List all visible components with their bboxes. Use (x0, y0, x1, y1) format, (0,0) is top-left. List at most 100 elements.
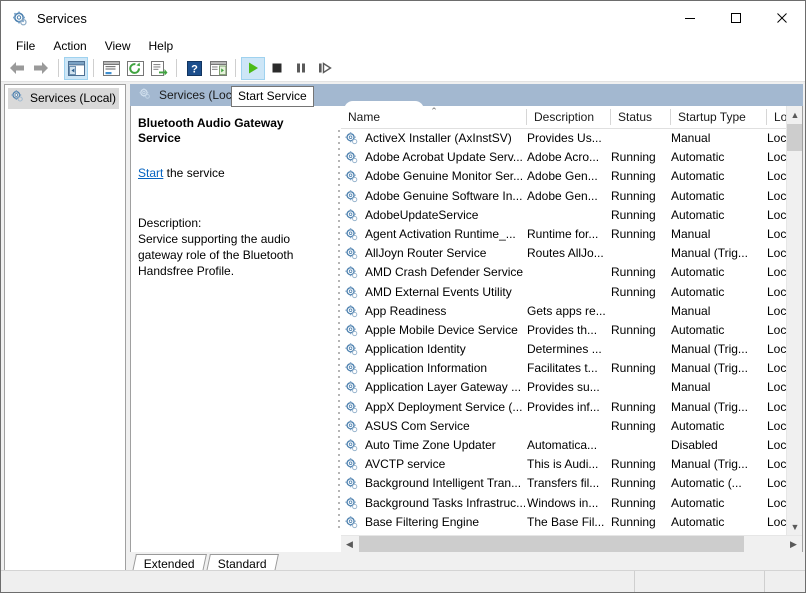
table-row[interactable]: Auto Time Zone Updater Automatica... Disab… (341, 436, 802, 455)
scroll-left-icon[interactable]: ◀ (341, 536, 358, 552)
cell-status (611, 302, 669, 321)
mmc-body: Bluetooth Audio Gateway Service Start th… (130, 106, 803, 552)
svg-text:?: ? (191, 63, 198, 75)
menu-view[interactable]: View (96, 37, 140, 55)
cell-description: Provides Us... (527, 131, 602, 145)
table-row[interactable]: Adobe Genuine Monitor Ser... Adobe Gen...… (341, 167, 802, 186)
cell-startup-type: Automatic (671, 265, 725, 280)
cell-status (611, 129, 669, 148)
start-service-icon[interactable] (241, 56, 265, 80)
cell-status (611, 340, 669, 359)
table-row[interactable]: App Readiness Gets apps re... Manual Loc¦ (341, 302, 802, 321)
forward-icon[interactable] (29, 57, 53, 80)
statusbar (1, 570, 805, 592)
console-tree-pane: Services (Local) (4, 84, 126, 574)
cell-description: This is Audi... (527, 457, 599, 472)
table-row[interactable]: Application Identity Determines ... Manual… (341, 340, 802, 359)
tree-item-services-local[interactable]: Services (Local) (8, 88, 120, 109)
table-row[interactable]: Apple Mobile Device Service Provides th..… (341, 321, 802, 340)
scroll-up-icon[interactable]: ▲ (787, 106, 802, 123)
cell-description (527, 206, 609, 225)
stop-service-icon[interactable] (265, 57, 289, 80)
refresh-icon[interactable] (123, 57, 147, 80)
cell-name: Base Filtering Engine (365, 514, 480, 529)
cell-name: Application Identity (365, 342, 466, 357)
list-vertical-scrollbar[interactable]: ▲ ▼ (786, 106, 802, 535)
horizontal-scroll-thumb[interactable] (359, 536, 744, 552)
cell-name: ActiveX Installer (AxInstSV) (365, 131, 512, 145)
help-icon[interactable]: ? (182, 57, 206, 80)
cell-status: Running (611, 476, 656, 491)
scroll-right-icon[interactable]: ▶ (785, 536, 802, 552)
cell-description: Adobe Gen... (527, 169, 598, 184)
list-horizontal-scrollbar[interactable]: ◀ ▶ (341, 535, 802, 552)
show-hide-console-tree-icon[interactable] (64, 56, 88, 80)
cell-name: Apple Mobile Device Service (365, 322, 518, 337)
menubar: File Action View Help (1, 36, 805, 55)
cell-name: Application Layer Gateway ... (365, 380, 522, 395)
table-row[interactable]: ASUS Com Service Running Automatic Loc¦ (341, 417, 802, 436)
cell-description: Automatica... (527, 438, 598, 452)
table-row[interactable]: AppX Deployment Service (... Provides inf… (341, 398, 802, 417)
cell-startup-type: Automatic (671, 169, 725, 184)
mmc-result-pane: Services (Local) Start Service Bluetooth… (130, 84, 803, 574)
restart-service-icon[interactable] (313, 57, 337, 80)
table-row[interactable]: AllJoyn Router Service Routes AllJo... Man… (341, 244, 802, 263)
table-row[interactable]: Application Layer Gateway ... Provides su… (341, 378, 802, 397)
cell-name: Auto Time Zone Updater (365, 438, 496, 452)
tree-item-label: Services (Local) (30, 91, 117, 105)
table-row[interactable]: AdobeUpdateService Running Automatic Loc¦ (341, 206, 802, 225)
menu-action[interactable]: Action (44, 37, 95, 55)
show-action-pane-icon[interactable] (206, 57, 230, 80)
cell-startup-type: Automatic (671, 150, 725, 165)
cell-startup-type: Manual (671, 303, 711, 318)
table-row[interactable]: AVCTP service This is Audi... Running Manua… (341, 455, 802, 474)
cell-startup-type: Automatic (671, 418, 725, 433)
titlebar: Services (1, 1, 805, 36)
table-row[interactable]: Base Filtering Engine The Base Fil... Runn… (341, 513, 802, 529)
cell-startup-type: Automatic (671, 495, 725, 510)
cell-status: Running (611, 150, 656, 165)
minimize-icon[interactable] (667, 1, 713, 35)
table-row[interactable]: Application Information Facilitates t... R… (341, 359, 802, 378)
services-gear-icon (11, 10, 29, 28)
start-service-link[interactable]: Start (138, 166, 163, 180)
cell-status: Running (611, 457, 656, 472)
vertical-scroll-thumb[interactable] (787, 124, 802, 151)
cell-startup-type: Automatic (671, 284, 725, 299)
cell-startup-type: Manual (Trig... (671, 361, 748, 376)
back-icon[interactable] (5, 57, 29, 80)
cell-description: Gets apps re... (527, 303, 606, 318)
column-header-label: Description (534, 110, 595, 124)
column-header-startup-type[interactable]: Startup Type (671, 106, 767, 128)
maximize-icon[interactable] (713, 1, 759, 35)
table-row[interactable]: Background Tasks Infrastruc... Windows in… (341, 494, 802, 513)
cell-name: AdobeUpdateService (365, 207, 479, 222)
cell-name: App Readiness (365, 303, 447, 318)
cell-startup-type: Manual (Trig... (671, 399, 748, 414)
table-row[interactable]: Adobe Genuine Software In... Adobe Gen...… (341, 187, 802, 206)
pause-service-icon[interactable] (289, 57, 313, 80)
table-row[interactable]: Agent Activation Runtime_... Runtime for.… (341, 225, 802, 244)
export-list-icon[interactable] (147, 57, 171, 80)
cell-description: Provides inf... (527, 399, 600, 414)
column-header-name[interactable]: ⌃ Name (341, 106, 527, 128)
table-row[interactable]: Background Intelligent Tran... Transfers … (341, 474, 802, 493)
close-icon[interactable] (759, 1, 805, 35)
properties-icon[interactable] (99, 57, 123, 80)
table-row[interactable]: ActiveX Installer (AxInstSV) Provides Us.… (341, 129, 802, 148)
table-row[interactable]: Adobe Acrobat Update Serv... Adobe Acro..… (341, 148, 802, 167)
cell-description: Transfers fil... (527, 476, 600, 491)
menu-help[interactable]: Help (140, 37, 183, 55)
menu-file[interactable]: File (7, 37, 44, 55)
statusbar-segment-2 (635, 571, 765, 592)
table-row[interactable]: AMD Crash Defender Service Running Automat… (341, 263, 802, 282)
cell-name: AppX Deployment Service (... (365, 399, 523, 414)
column-header-description[interactable]: Description (527, 106, 611, 128)
service-detail-action: Start the service (138, 165, 326, 181)
cell-startup-type: Manual (671, 226, 711, 241)
table-row[interactable]: AMD External Events Utility Running Automa… (341, 283, 802, 302)
scroll-down-icon[interactable]: ▼ (787, 518, 802, 535)
column-header-status[interactable]: Status (611, 106, 671, 128)
cell-status: Running (611, 514, 656, 529)
